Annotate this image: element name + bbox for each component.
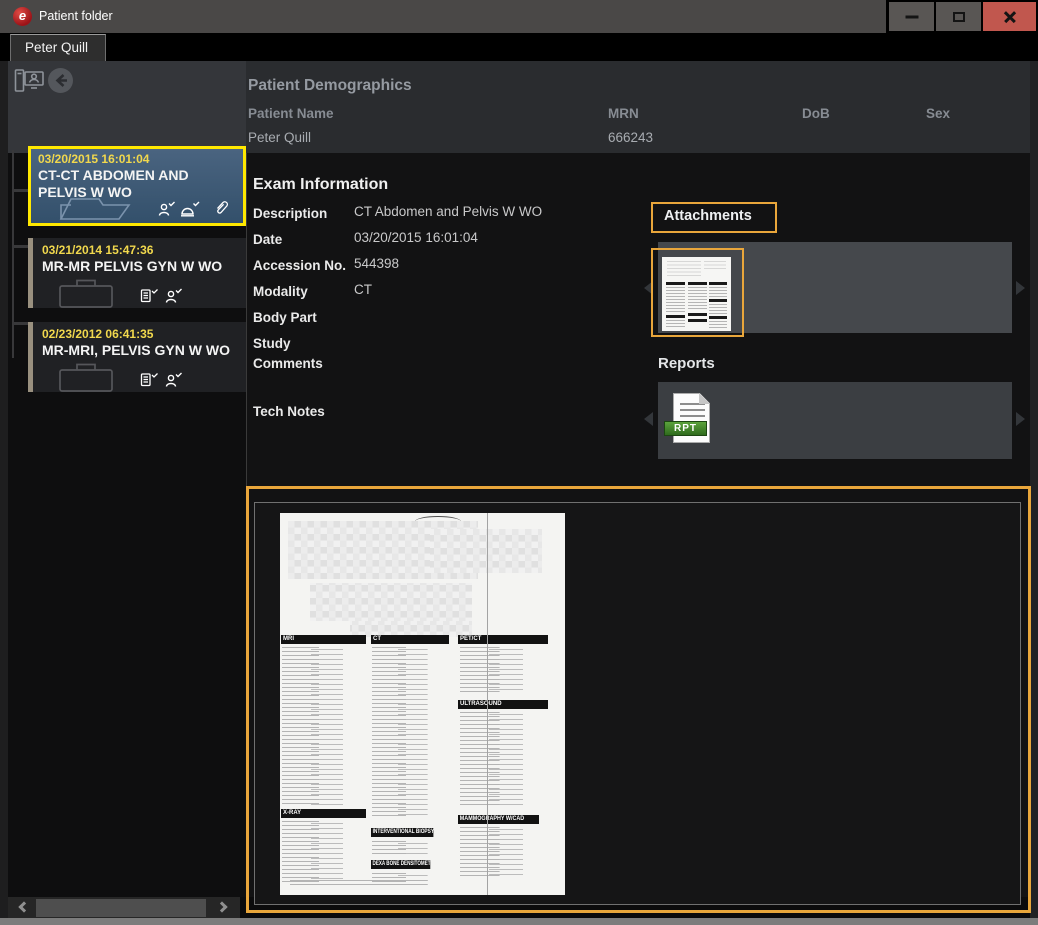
study-timeline xyxy=(12,150,14,358)
redacted-region xyxy=(310,583,472,621)
person-check-icon xyxy=(158,201,176,222)
form-section-mri: MRI xyxy=(281,635,366,644)
accession-label: Accession No. xyxy=(253,256,351,276)
description-label: Description xyxy=(253,204,351,224)
rpt-badge: RPT xyxy=(664,421,707,436)
study-date: 02/23/2012 06:41:35 xyxy=(42,327,239,341)
study-card-ct-abdomen[interactable]: 03/20/2015 16:01:04 CT-CT ABDOMEN AND PE… xyxy=(28,146,246,226)
attachment-thumbnail[interactable] xyxy=(662,257,731,331)
person-check-icon xyxy=(165,288,183,309)
patient-name-value: Peter Quill xyxy=(248,130,311,145)
scroll-right-icon[interactable] xyxy=(216,901,227,912)
maximize-icon xyxy=(953,12,965,22)
briefcase-icon xyxy=(57,276,115,313)
form-section-ultrasound: ULTRASOUND xyxy=(458,700,548,709)
form-section-xray: X-RAY xyxy=(281,809,366,818)
accession-value: 544398 xyxy=(354,256,399,271)
close-button[interactable] xyxy=(983,2,1036,31)
form-section-petct: PET/CT xyxy=(458,635,548,644)
reports-scroll-right-icon[interactable] xyxy=(1016,412,1025,426)
open-folder-icon xyxy=(58,192,132,225)
window-frame-left xyxy=(0,61,8,918)
tab-bar: Peter Quill xyxy=(0,33,1038,61)
modality-label: Modality xyxy=(253,282,351,302)
study-card-mr-pelvis-2014[interactable]: 03/21/2014 15:47:36 MR-MR PELVIS GYN W W… xyxy=(28,238,246,308)
form-section-ct: CT xyxy=(371,635,449,644)
minimize-button[interactable] xyxy=(889,2,934,31)
form-section-biopsy: INTERVENTIONAL BIOPSY xyxy=(371,828,433,837)
document-check-icon xyxy=(140,288,158,308)
document-fold-line xyxy=(487,513,488,895)
study-date: 03/20/2015 16:01:04 xyxy=(38,152,236,166)
tech-notes-label: Tech Notes xyxy=(253,402,351,422)
study-date: 03/21/2014 15:47:36 xyxy=(42,243,239,257)
maximize-button[interactable] xyxy=(936,2,981,31)
exam-info-heading: Exam Information xyxy=(253,176,388,194)
back-button[interactable] xyxy=(47,67,74,99)
briefcase-icon xyxy=(57,360,115,397)
person-check-icon xyxy=(165,372,183,393)
title-bar: e Patient folder xyxy=(0,0,1038,33)
scroll-left-icon[interactable] xyxy=(18,901,29,912)
window-title: Patient folder xyxy=(39,9,113,23)
report-item-icon[interactable]: RPT xyxy=(664,393,712,445)
body-part-label: Body Part xyxy=(253,308,351,328)
form-section-dexa: DEXA BONE DENSITOMETRY xyxy=(371,860,430,869)
date-value: 03/20/2015 16:01:04 xyxy=(354,230,478,245)
dob-label: DoB xyxy=(802,106,830,121)
patient-folder-window: e Patient folder Peter Quill Patient Dem… xyxy=(0,0,1038,925)
tab-patient[interactable]: Peter Quill xyxy=(10,34,106,61)
mrn-label: MRN xyxy=(608,106,639,121)
attachments-scroll-right-icon[interactable] xyxy=(1016,281,1025,295)
window-frame-right xyxy=(1030,61,1038,918)
attachments-heading: Attachments xyxy=(664,208,752,224)
study-card-mri-pelvis-2012[interactable]: 02/23/2012 06:41:35 MR-MRI, PELVIS GYN W… xyxy=(28,322,246,392)
sex-label: Sex xyxy=(926,106,950,121)
reports-scroll-left-icon[interactable] xyxy=(644,412,653,426)
app-logo-icon: e xyxy=(13,7,32,26)
form-section-mammo: MAMMOGRAPHY W/CAD xyxy=(458,815,539,824)
patient-name-label: Patient Name xyxy=(248,106,334,121)
form-fine-print xyxy=(290,880,435,888)
demographics-heading: Patient Demographics xyxy=(248,77,412,95)
study-description: MR-MR PELVIS GYN W WO xyxy=(42,258,239,275)
scrollbar-thumb[interactable] xyxy=(36,899,206,917)
study-description: MR-MRI, PELVIS GYN W WO xyxy=(42,342,239,359)
paperclip-icon xyxy=(214,199,229,221)
date-label: Date xyxy=(253,230,351,250)
study-comments-label: Study Comments xyxy=(253,334,351,373)
redacted-region xyxy=(430,529,542,573)
minimize-icon xyxy=(905,15,918,18)
description-value: CT Abdomen and Pelvis W WO xyxy=(354,204,542,219)
modality-value: CT xyxy=(354,282,372,297)
bell-check-icon xyxy=(180,201,200,222)
patient-card-icon[interactable] xyxy=(14,68,44,99)
mrn-value: 666243 xyxy=(608,130,653,145)
reports-heading: Reports xyxy=(658,355,715,372)
attachment-document-preview[interactable]: MRI X-RAY CT INTERVENTIONAL BIOPSY DEXA … xyxy=(280,513,565,895)
sidebar-horizontal-scrollbar[interactable] xyxy=(8,897,240,919)
document-check-icon xyxy=(140,372,158,392)
window-bottom-edge xyxy=(0,918,1038,925)
